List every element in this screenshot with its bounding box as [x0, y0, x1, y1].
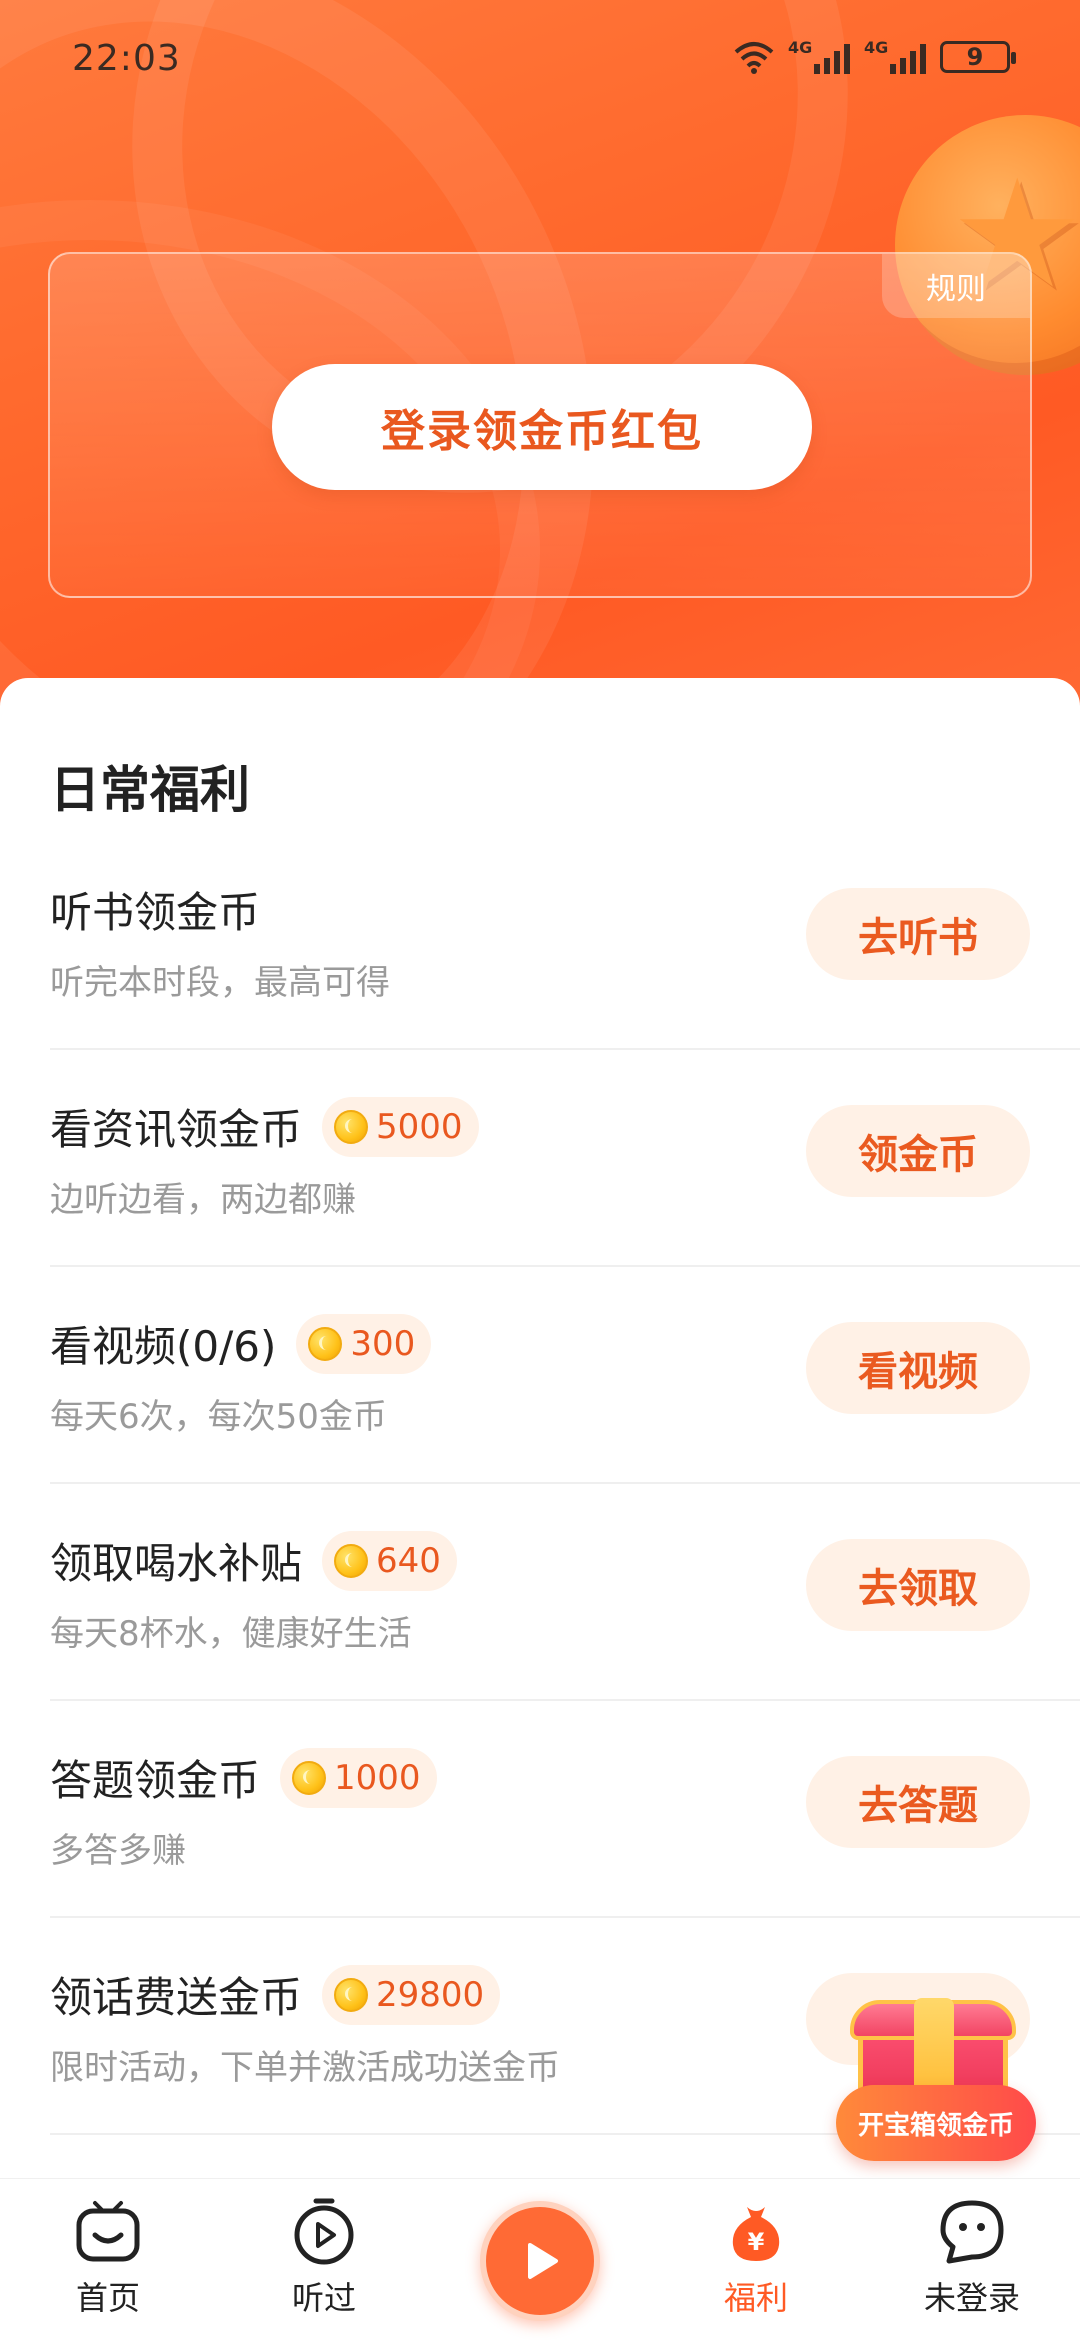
daily-welfare-sheet: 日常福利 听书领金币 听完本时段，最高可得 去听书 看资讯领金币 5000 边听… — [0, 678, 1080, 2178]
status-bar: 22:03 4G 4G 9 — [0, 0, 1080, 120]
task-row: 答题领金币 1000 多答多赚 去答题 — [50, 1701, 1080, 1918]
task-subtitle: 边听边看，两边都赚 — [50, 1180, 356, 1220]
coin-icon — [308, 1326, 343, 1361]
task-title: 领话费送金币 — [50, 1973, 303, 2022]
task-subtitle: 每天8杯水，健康好生活 — [50, 1614, 412, 1654]
network-type-label: 4G — [864, 38, 889, 57]
task-subtitle: 多答多赚 — [50, 1831, 186, 1871]
status-time: 22:03 — [72, 38, 181, 79]
answer-quiz-button[interactable]: 去答题 — [806, 1756, 1030, 1848]
coin-amount: 29800 — [376, 1974, 485, 2015]
claim-subsidy-button[interactable]: 去领取 — [806, 1539, 1030, 1631]
task-title: 答题领金币 — [50, 1756, 261, 1805]
task-row: 看视频(0/6) 300 每天6次，每次50金币 看视频 — [50, 1267, 1080, 1484]
play-icon — [528, 2243, 558, 2279]
wifi-icon — [734, 42, 774, 74]
coin-amount: 1000 — [334, 1757, 421, 1798]
treasure-chest-widget[interactable]: 开宝箱领金币 — [836, 1980, 1036, 2190]
task-row: 听书领金币 听完本时段，最高可得 去听书 — [50, 833, 1080, 1050]
cellular-signal-icon: 4G — [788, 38, 850, 74]
task-row: 领取喝水补贴 640 每天8杯水，健康好生活 去领取 — [50, 1484, 1080, 1701]
money-bag-icon: ¥ — [732, 2207, 780, 2261]
coin-icon — [334, 1543, 369, 1578]
coin-reward-badge: 5000 — [322, 1096, 479, 1157]
svg-text:¥: ¥ — [748, 2228, 765, 2256]
task-subtitle: 每天6次，每次50金币 — [50, 1397, 387, 1437]
network-type-label: 4G — [788, 38, 813, 57]
nav-history[interactable]: 听过 — [244, 2197, 404, 2327]
nav-welfare[interactable]: ¥ 福利 — [676, 2197, 836, 2327]
battery-level: 9 — [966, 43, 984, 71]
task-title: 领取喝水补贴 — [50, 1539, 303, 1588]
section-title: 日常福利 — [50, 761, 250, 819]
cellular-signal-icon: 4G — [864, 38, 926, 74]
nav-profile[interactable]: 未登录 — [892, 2197, 1052, 2327]
task-list: 听书领金币 听完本时段，最高可得 去听书 看资讯领金币 5000 边听边看，两边… — [50, 833, 1080, 2135]
nav-label: 福利 — [723, 2279, 788, 2317]
chat-face-icon — [940, 2200, 1004, 2264]
coin-icon — [334, 1977, 369, 2012]
watch-video-button[interactable]: 看视频 — [806, 1322, 1030, 1414]
coin-reward-badge: 300 — [296, 1313, 432, 1374]
login-card: 规则 登录领金币红包 — [48, 252, 1032, 598]
bottom-nav: 首页 听过 ¥ 福利 未登录 — [0, 2178, 1080, 2340]
coin-amount: 5000 — [376, 1106, 463, 1147]
open-chest-label: 开宝箱领金币 — [836, 2085, 1036, 2161]
nav-label: 首页 — [75, 2279, 140, 2317]
task-subtitle: 听完本时段，最高可得 — [50, 963, 390, 1003]
claim-coins-button[interactable]: 领金币 — [806, 1105, 1030, 1197]
task-title: 听书领金币 — [50, 888, 261, 937]
coin-icon — [334, 1109, 369, 1144]
task-title: 看视频(0/6) — [50, 1322, 277, 1371]
coin-reward-badge: 640 — [322, 1530, 457, 1591]
task-subtitle: 限时活动，下单并激活成功送金币 — [50, 2048, 560, 2088]
login-for-coins-button[interactable]: 登录领金币红包 — [272, 364, 812, 490]
coin-amount: 640 — [376, 1540, 441, 1581]
coin-amount: 300 — [350, 1323, 416, 1364]
listen-book-button[interactable]: 去听书 — [806, 888, 1030, 980]
coin-reward-badge: 29800 — [322, 1964, 501, 2025]
battery-icon: 9 — [940, 41, 1016, 73]
status-icons: 4G 4G 9 — [734, 38, 1016, 74]
nav-label: 未登录 — [923, 2279, 1020, 2317]
task-title: 看资讯领金币 — [50, 1105, 303, 1154]
task-row: 看资讯领金币 5000 边听边看，两边都赚 领金币 — [50, 1050, 1080, 1267]
player-play-button[interactable] — [480, 2201, 600, 2321]
nav-label: 听过 — [291, 2279, 356, 2317]
coin-icon — [292, 1760, 327, 1795]
rules-button[interactable]: 规则 — [882, 254, 1030, 318]
tv-home-icon — [76, 2201, 140, 2262]
nav-home[interactable]: 首页 — [28, 2197, 188, 2327]
timer-play-icon — [294, 2198, 354, 2265]
coin-reward-badge: 1000 — [280, 1747, 437, 1808]
